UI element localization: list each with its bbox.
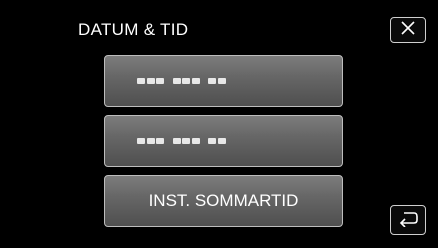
close-button[interactable] [390, 17, 426, 43]
menu-item-2[interactable] [104, 115, 343, 167]
close-icon [400, 20, 416, 41]
menu-item-label: INST. SOMMARTID [148, 191, 299, 210]
obscured-label [137, 78, 227, 84]
return-arrow-icon [397, 209, 419, 232]
back-button[interactable] [390, 205, 426, 235]
page-title: DATUM & TID [78, 20, 189, 39]
set-daylight-saving-button[interactable]: INST. SOMMARTID [104, 175, 343, 227]
menu-item-1[interactable] [104, 55, 343, 107]
obscured-label [137, 138, 227, 144]
